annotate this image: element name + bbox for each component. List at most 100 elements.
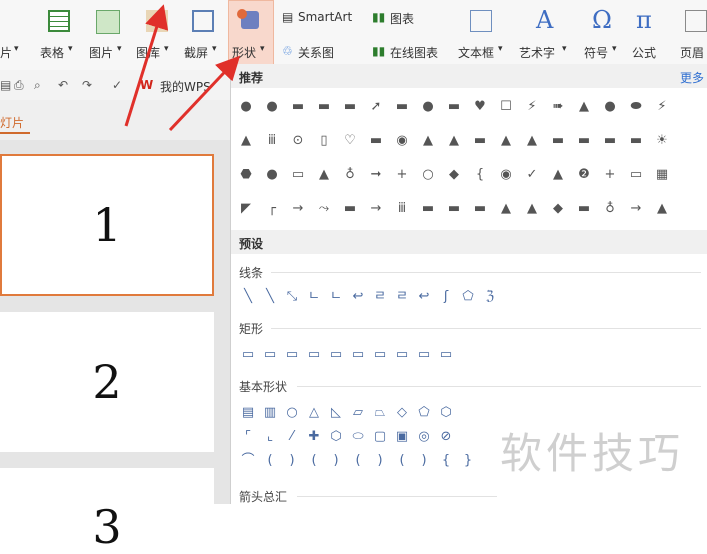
recommend-shape-icon[interactable]: ● xyxy=(263,98,281,116)
line-shape-icon[interactable]: ㄴ xyxy=(305,288,323,306)
recommend-shape-icon[interactable]: ⅲ xyxy=(263,132,281,150)
line-shape-icon[interactable]: ╲ xyxy=(261,288,279,306)
print-icon[interactable]: ▤ xyxy=(0,78,11,92)
recommend-shape-icon[interactable]: ▬ xyxy=(445,98,463,116)
image-button[interactable]: 图片 xyxy=(89,44,113,61)
recommend-shape-icon[interactable]: ▬ xyxy=(445,200,463,218)
recommend-shape-icon[interactable]: ▬ xyxy=(471,200,489,218)
table-button[interactable]: 表格 xyxy=(40,44,64,61)
recommend-shape-icon[interactable]: ▬ xyxy=(601,132,619,150)
recommend-shape-icon[interactable]: ▬ xyxy=(471,132,489,150)
recommend-shape-icon[interactable]: ⊙ xyxy=(289,132,307,150)
recommend-shape-icon[interactable]: ◤ xyxy=(237,200,255,218)
recommend-shape-icon[interactable]: ▬ xyxy=(341,98,359,116)
basic-shape-icon[interactable]: ) xyxy=(371,452,389,470)
basic-shape-icon[interactable]: ( xyxy=(261,452,279,470)
recommend-shape-icon[interactable]: ▲ xyxy=(419,132,437,150)
basic-shape-icon[interactable]: ○ xyxy=(283,404,301,422)
recommend-shape-icon[interactable]: ▭ xyxy=(627,166,645,184)
basic-shape-icon[interactable]: ⬠ xyxy=(415,404,433,422)
recommend-shape-icon[interactable]: ◉ xyxy=(393,132,411,150)
textbox-button[interactable]: 文本框 xyxy=(458,44,494,61)
recommend-shape-icon[interactable]: ✓ xyxy=(523,166,541,184)
recommend-shape-icon[interactable]: ▬ xyxy=(627,132,645,150)
basic-shape-icon[interactable]: ▤ xyxy=(239,404,257,422)
basic-shape-icon[interactable]: ▥ xyxy=(261,404,279,422)
chart-button[interactable]: 图表 xyxy=(390,10,414,27)
recommend-shape-icon[interactable]: ▲ xyxy=(497,200,515,218)
basic-shape-icon[interactable]: ) xyxy=(415,452,433,470)
recommend-shape-icon[interactable]: ● xyxy=(263,166,281,184)
rect-shape-icon[interactable]: ▭ xyxy=(283,346,301,364)
more-shapes-link[interactable]: 更多 xyxy=(680,69,704,86)
basic-shape-icon[interactable]: ⌞ xyxy=(261,428,279,446)
basic-shape-icon[interactable]: ⬭ xyxy=(349,428,367,446)
recommend-shape-icon[interactable]: ▯ xyxy=(315,132,333,150)
recommend-shape-icon[interactable]: ● xyxy=(237,98,255,116)
basic-shape-icon[interactable]: ◺ xyxy=(327,404,345,422)
recommend-shape-icon[interactable]: ▬ xyxy=(419,200,437,218)
gallery-button[interactable]: 图库 xyxy=(136,44,160,61)
line-shape-icon[interactable]: ╲ xyxy=(239,288,257,306)
format-painter-icon[interactable]: ✓ xyxy=(112,78,122,92)
recommend-shape-icon[interactable]: ○ xyxy=(419,166,437,184)
my-wps-link[interactable]: 我的WPS xyxy=(160,78,211,95)
basic-shape-icon[interactable]: ⌒ xyxy=(239,452,257,470)
recommend-shape-icon[interactable]: → xyxy=(289,200,307,218)
preview-icon[interactable]: ⌕ xyxy=(34,78,41,93)
recommend-shape-icon[interactable]: ● xyxy=(601,98,619,116)
recommend-shape-icon[interactable]: ➞ xyxy=(367,166,385,184)
recommend-shape-icon[interactable]: → xyxy=(367,200,385,218)
basic-shape-icon[interactable]: ⬡ xyxy=(437,404,455,422)
basic-shape-icon[interactable]: ⌜ xyxy=(239,428,257,446)
basic-shape-icon[interactable]: ⊘ xyxy=(437,428,455,446)
rect-shape-icon[interactable]: ▭ xyxy=(371,346,389,364)
wordart-button[interactable]: 艺术字 xyxy=(519,44,555,61)
relation-button[interactable]: 关系图 xyxy=(298,44,334,61)
formula-button[interactable]: 公式 xyxy=(632,44,656,61)
recommend-shape-icon[interactable]: ◆ xyxy=(549,200,567,218)
recommend-shape-icon[interactable]: ♁ xyxy=(341,166,359,184)
recommend-shape-icon[interactable]: ▲ xyxy=(315,166,333,184)
rect-shape-icon[interactable]: ▭ xyxy=(349,346,367,364)
basic-shape-icon[interactable]: ⬡ xyxy=(327,428,345,446)
rect-shape-icon[interactable]: ▭ xyxy=(327,346,345,364)
recommend-shape-icon[interactable]: ▲ xyxy=(445,132,463,150)
basic-shape-icon[interactable]: ⁄ xyxy=(283,428,301,446)
recommend-shape-icon[interactable]: ➠ xyxy=(549,98,567,116)
basic-shape-icon[interactable]: ( xyxy=(393,452,411,470)
recommend-shape-icon[interactable]: ▲ xyxy=(237,132,255,150)
recommend-shape-icon[interactable]: ▬ xyxy=(289,98,307,116)
recommend-shape-icon[interactable]: ▲ xyxy=(549,166,567,184)
recommend-shape-icon[interactable]: ♥ xyxy=(471,98,489,116)
recommend-shape-icon[interactable]: ● xyxy=(419,98,437,116)
basic-shape-icon[interactable]: ) xyxy=(327,452,345,470)
basic-shape-icon[interactable]: ▱ xyxy=(349,404,367,422)
symbol-button[interactable]: 符号 xyxy=(584,44,608,61)
basic-shape-icon[interactable]: ) xyxy=(283,452,301,470)
recommend-shape-icon[interactable]: ⬬ xyxy=(627,98,645,116)
recommend-shape-icon[interactable]: ▭ xyxy=(289,166,307,184)
recommend-shape-icon[interactable]: ☀ xyxy=(653,132,671,150)
recommend-shape-icon[interactable]: ▬ xyxy=(575,200,593,218)
rect-shape-icon[interactable]: ▭ xyxy=(239,346,257,364)
basic-shape-icon[interactable]: ( xyxy=(349,452,367,470)
recommend-shape-icon[interactable]: ☐ xyxy=(497,98,515,116)
rect-shape-icon[interactable]: ▭ xyxy=(261,346,279,364)
smartart-button[interactable]: SmartArt xyxy=(298,10,352,24)
slide-thumbnail-2[interactable]: 2 xyxy=(0,312,214,452)
recommend-shape-icon[interactable]: ➚ xyxy=(367,98,385,116)
recommend-shape-icon[interactable]: ▬ xyxy=(549,132,567,150)
redo-icon[interactable]: ↷ xyxy=(82,78,92,92)
undo-icon[interactable]: ↶ xyxy=(58,78,68,92)
rect-shape-icon[interactable]: ▭ xyxy=(305,346,323,364)
recommend-shape-icon[interactable]: ▬ xyxy=(367,132,385,150)
basic-shape-icon[interactable]: ⏢ xyxy=(371,404,389,422)
line-shape-icon[interactable]: ↩ xyxy=(415,288,433,306)
basic-shape-icon[interactable]: ▣ xyxy=(393,428,411,446)
recommend-shape-icon[interactable]: { xyxy=(471,166,489,184)
line-shape-icon[interactable]: ʃ xyxy=(437,288,455,306)
slide-thumbnail-1[interactable]: 1 xyxy=(0,154,214,296)
rect-shape-icon[interactable]: ▭ xyxy=(415,346,433,364)
recommend-shape-icon[interactable]: ▲ xyxy=(523,200,541,218)
